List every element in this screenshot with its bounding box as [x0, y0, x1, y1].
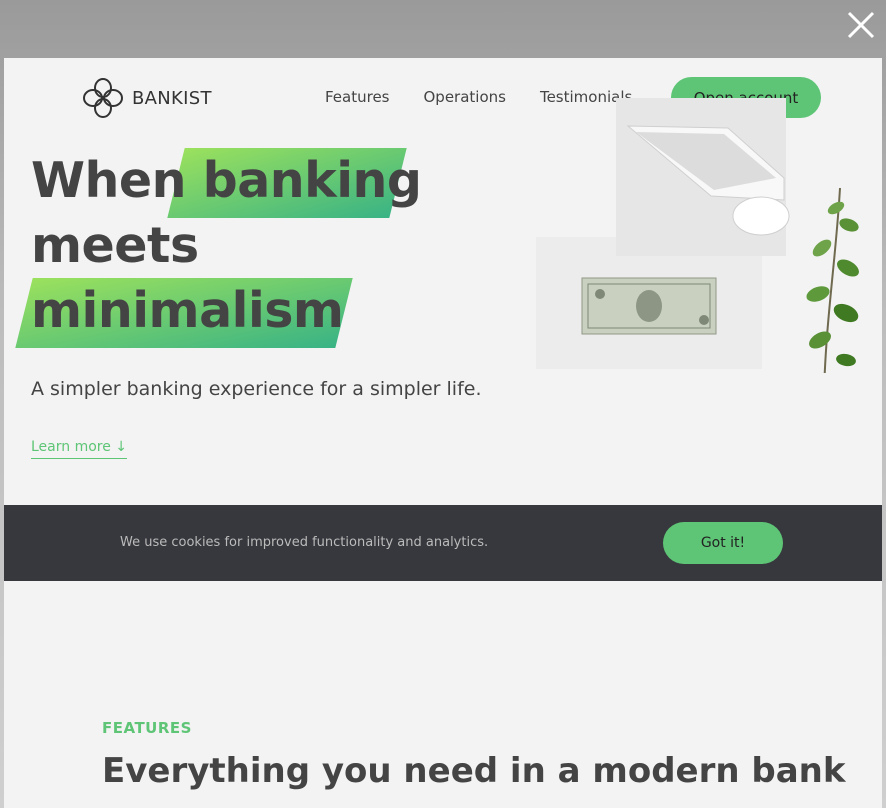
features-title: Everything you need in a modern bank [102, 751, 846, 791]
hero-word-meets: meets [31, 217, 199, 274]
hero-subtitle: A simpler banking experience for a simpl… [31, 378, 482, 400]
learn-more-link[interactable]: Learn more ↓ [31, 439, 128, 459]
hero-image [536, 98, 859, 373]
logo-text: BANKIST [132, 87, 212, 109]
logo-icon [83, 78, 123, 118]
cookie-message: We use cookies for improved functionalit… [120, 535, 489, 550]
nav-link-operations[interactable]: Operations [424, 88, 506, 106]
hero-word-minimalism: minimalism [31, 282, 344, 339]
dollar-bill-icon [581, 277, 717, 335]
hero-word-banking: banking [202, 152, 422, 209]
page-container: BANKIST Features Operations Testimonials… [4, 58, 882, 808]
close-icon[interactable] [844, 8, 878, 42]
cookie-accept-button[interactable]: Got it! [663, 522, 783, 564]
hero-heading: When banking meets minimalism [15, 148, 422, 348]
logo[interactable]: BANKIST [82, 77, 212, 119]
mouse-icon [732, 196, 790, 236]
cookie-banner: We use cookies for improved functionalit… [4, 505, 882, 581]
features-label: FEATURES [102, 719, 192, 737]
nav-link-features[interactable]: Features [325, 88, 390, 106]
hero-word-when: When [31, 152, 187, 209]
plant-icon [806, 187, 859, 373]
